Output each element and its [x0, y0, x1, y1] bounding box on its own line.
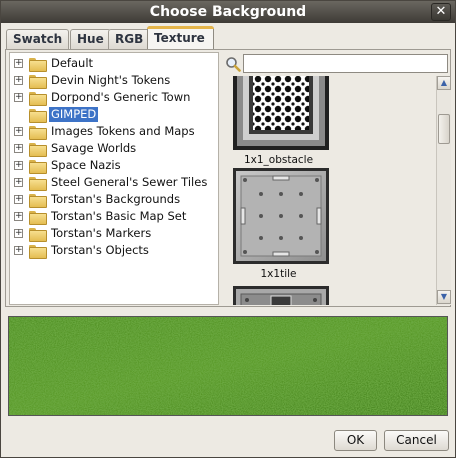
- expand-toggle[interactable]: +: [14, 212, 23, 221]
- scroll-up-arrow-icon[interactable]: ▲: [437, 76, 451, 90]
- tree-item[interactable]: + Space Nazis: [10, 157, 218, 174]
- obstacle-thumbnail: [233, 76, 329, 150]
- tree-item-label: Default: [51, 56, 94, 70]
- expand-toggle[interactable]: +: [14, 144, 23, 153]
- tree-item[interactable]: + Savage Worlds: [10, 140, 218, 157]
- magnifier-icon: [226, 57, 241, 72]
- tree-item[interactable]: + Images Tokens and Maps: [10, 123, 218, 140]
- folder-icon: [29, 58, 47, 72]
- folder-icon: [29, 92, 47, 106]
- tree-item[interactable]: + Devin Night's Tokens: [10, 72, 218, 89]
- window-title: Choose Background: [149, 4, 307, 20]
- gallery-scrollbar[interactable]: ▲ ▼: [436, 76, 451, 305]
- tree-item[interactable]: + Torstan's Backgrounds: [10, 191, 218, 208]
- tree-item[interactable]: GIMPED: [10, 106, 218, 123]
- folder-icon: [29, 109, 47, 123]
- tab-hue[interactable]: Hue: [70, 29, 111, 50]
- folder-tree[interactable]: + Default + Devin Night's Tokens + Dorpo…: [9, 52, 219, 305]
- expand-toggle[interactable]: +: [14, 59, 23, 68]
- close-button[interactable]: ✕: [431, 3, 451, 21]
- expand-toggle[interactable]: +: [14, 229, 23, 238]
- tree-item-label: Torstan's Basic Map Set: [51, 209, 187, 223]
- tab-rgb[interactable]: RGB: [108, 29, 151, 50]
- folder-icon: [29, 245, 47, 259]
- tree-item[interactable]: + Default: [10, 55, 218, 72]
- close-icon: ✕: [435, 4, 447, 19]
- tree-item-label: Torstan's Markers: [51, 226, 152, 240]
- tile-thumbnail: [233, 286, 329, 305]
- expand-toggle[interactable]: +: [14, 93, 23, 102]
- background-preview: [8, 316, 448, 416]
- tree-item[interactable]: + Torstan's Basic Map Set: [10, 208, 218, 225]
- folder-icon: [29, 228, 47, 242]
- gallery-item[interactable]: 1x1tile: [227, 168, 330, 286]
- folder-icon: [29, 75, 47, 89]
- folder-icon: [29, 177, 47, 191]
- tree-item-label: Devin Night's Tokens: [51, 73, 171, 87]
- tab-swatch[interactable]: Swatch: [6, 29, 70, 50]
- tile-thumbnail: [233, 168, 329, 264]
- tree-item-label: Savage Worlds: [51, 141, 137, 155]
- title-bar: Choose Background ✕: [1, 1, 455, 23]
- choose-background-dialog: Choose Background ✕ Swatch Hue RGB Textu…: [0, 0, 456, 458]
- tree-item-label: Steel General's Sewer Tiles: [51, 175, 208, 189]
- folder-icon: [29, 126, 47, 140]
- ok-button[interactable]: OK: [334, 430, 377, 451]
- texture-panel: + Default + Devin Night's Tokens + Dorpo…: [5, 49, 451, 307]
- gallery-item[interactable]: [227, 286, 330, 305]
- scroll-thumb[interactable]: [438, 114, 450, 144]
- scroll-down-arrow-icon[interactable]: ▼: [437, 290, 451, 304]
- texture-gallery[interactable]: 1x1_obstacle 1x1tile: [223, 76, 436, 305]
- folder-icon: [29, 143, 47, 157]
- cancel-button[interactable]: Cancel: [384, 430, 449, 451]
- gallery-item-label: 1x1tile: [260, 268, 297, 280]
- tree-item[interactable]: + Steel General's Sewer Tiles: [10, 174, 218, 191]
- gallery-item-label: 1x1_obstacle: [243, 154, 314, 166]
- search-input[interactable]: [243, 54, 448, 73]
- search-bar: [223, 54, 449, 74]
- tree-item[interactable]: + Dorpond's Generic Town: [10, 89, 218, 106]
- tree-item-label: Images Tokens and Maps: [51, 124, 195, 138]
- tree-item-label-selected: GIMPED: [49, 107, 99, 122]
- expand-toggle[interactable]: +: [14, 178, 23, 187]
- expand-toggle[interactable]: +: [14, 161, 23, 170]
- tree-item-label: Dorpond's Generic Town: [51, 90, 191, 104]
- tree-item-label: Torstan's Objects: [51, 243, 149, 257]
- folder-icon: [29, 160, 47, 174]
- folder-icon: [29, 194, 47, 208]
- tree-item-label: Torstan's Backgrounds: [51, 192, 181, 206]
- tab-texture[interactable]: Texture: [147, 26, 214, 51]
- gallery-item[interactable]: 1x1_obstacle: [227, 76, 330, 166]
- expand-toggle[interactable]: +: [14, 246, 23, 255]
- tree-item-label: Space Nazis: [51, 158, 121, 172]
- tree-item[interactable]: + Torstan's Objects: [10, 242, 218, 259]
- expand-toggle[interactable]: +: [14, 76, 23, 85]
- expand-toggle[interactable]: +: [14, 195, 23, 204]
- expand-toggle[interactable]: +: [14, 127, 23, 136]
- folder-icon: [29, 211, 47, 225]
- tree-item[interactable]: + Torstan's Markers: [10, 225, 218, 242]
